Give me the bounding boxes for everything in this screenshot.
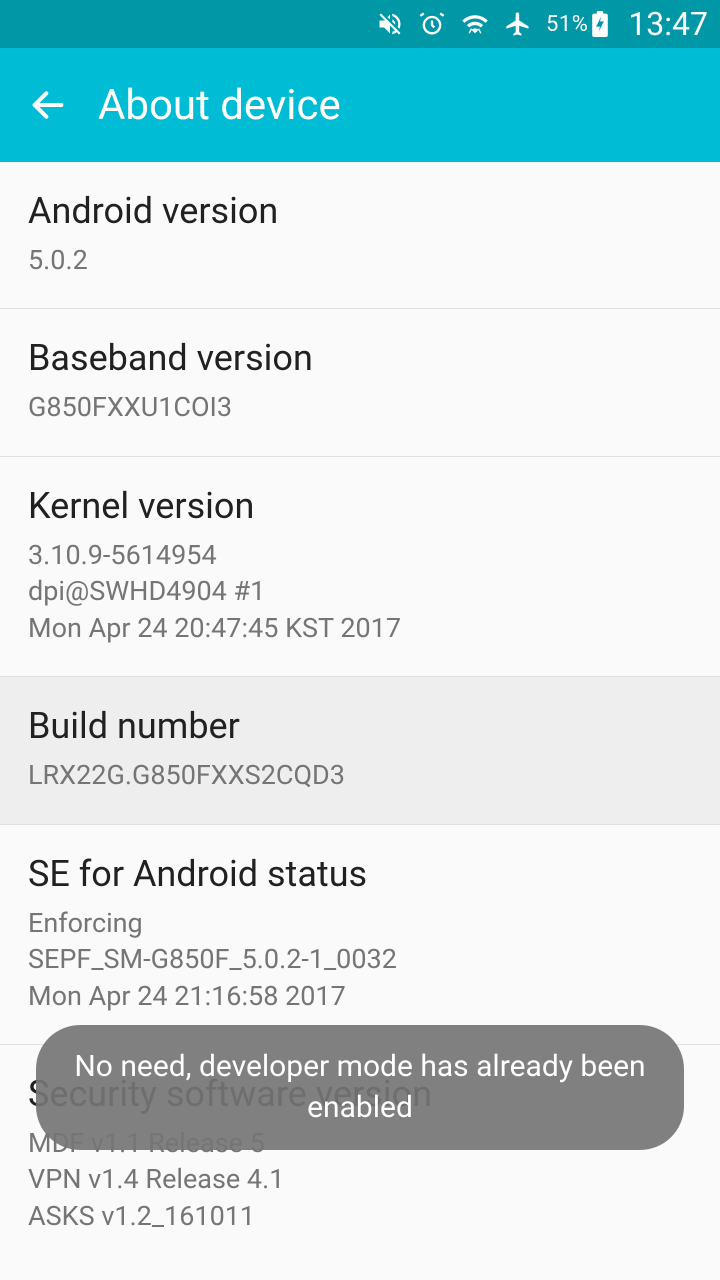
page-title: About device	[98, 81, 341, 130]
item-value: G850FXXU1COI3	[28, 389, 692, 425]
item-kernel-version[interactable]: Kernel version 3.10.9-5614954 dpi@SWHD49…	[0, 457, 720, 677]
status-clock: 13:47	[628, 5, 708, 43]
toast-message: No need, developer mode has already been…	[36, 1025, 684, 1150]
item-value: LRX22G.G850FXXS2CQD3	[28, 757, 692, 793]
item-build-number[interactable]: Build number LRX22G.G850FXXS2CQD3	[0, 677, 720, 824]
item-se-android-status[interactable]: SE for Android status Enforcing SEPF_SM-…	[0, 825, 720, 1045]
item-value: 5.0.2	[28, 242, 692, 278]
item-label: Build number	[28, 705, 692, 747]
app-bar: About device	[0, 48, 720, 162]
back-button[interactable]	[20, 77, 76, 133]
status-bar: 51% 13:47	[0, 0, 720, 48]
item-label: Kernel version	[28, 485, 692, 527]
item-baseband-version[interactable]: Baseband version G850FXXU1COI3	[0, 309, 720, 456]
item-value: Enforcing SEPF_SM-G850F_5.0.2-1_0032 Mon…	[28, 905, 692, 1014]
battery-indicator: 51%	[546, 11, 608, 37]
battery-percent: 51%	[546, 12, 588, 37]
airplane-icon	[504, 10, 532, 38]
battery-charging-icon	[592, 11, 608, 37]
wifi-icon	[460, 10, 490, 38]
item-label: Android version	[28, 190, 692, 232]
item-android-version[interactable]: Android version 5.0.2	[0, 162, 720, 309]
item-label: Baseband version	[28, 337, 692, 379]
item-label: SE for Android status	[28, 853, 692, 895]
item-value: 3.10.9-5614954 dpi@SWHD4904 #1 Mon Apr 2…	[28, 537, 692, 646]
arrow-left-icon	[28, 85, 68, 125]
mute-icon	[376, 10, 404, 38]
alarm-icon	[418, 10, 446, 38]
